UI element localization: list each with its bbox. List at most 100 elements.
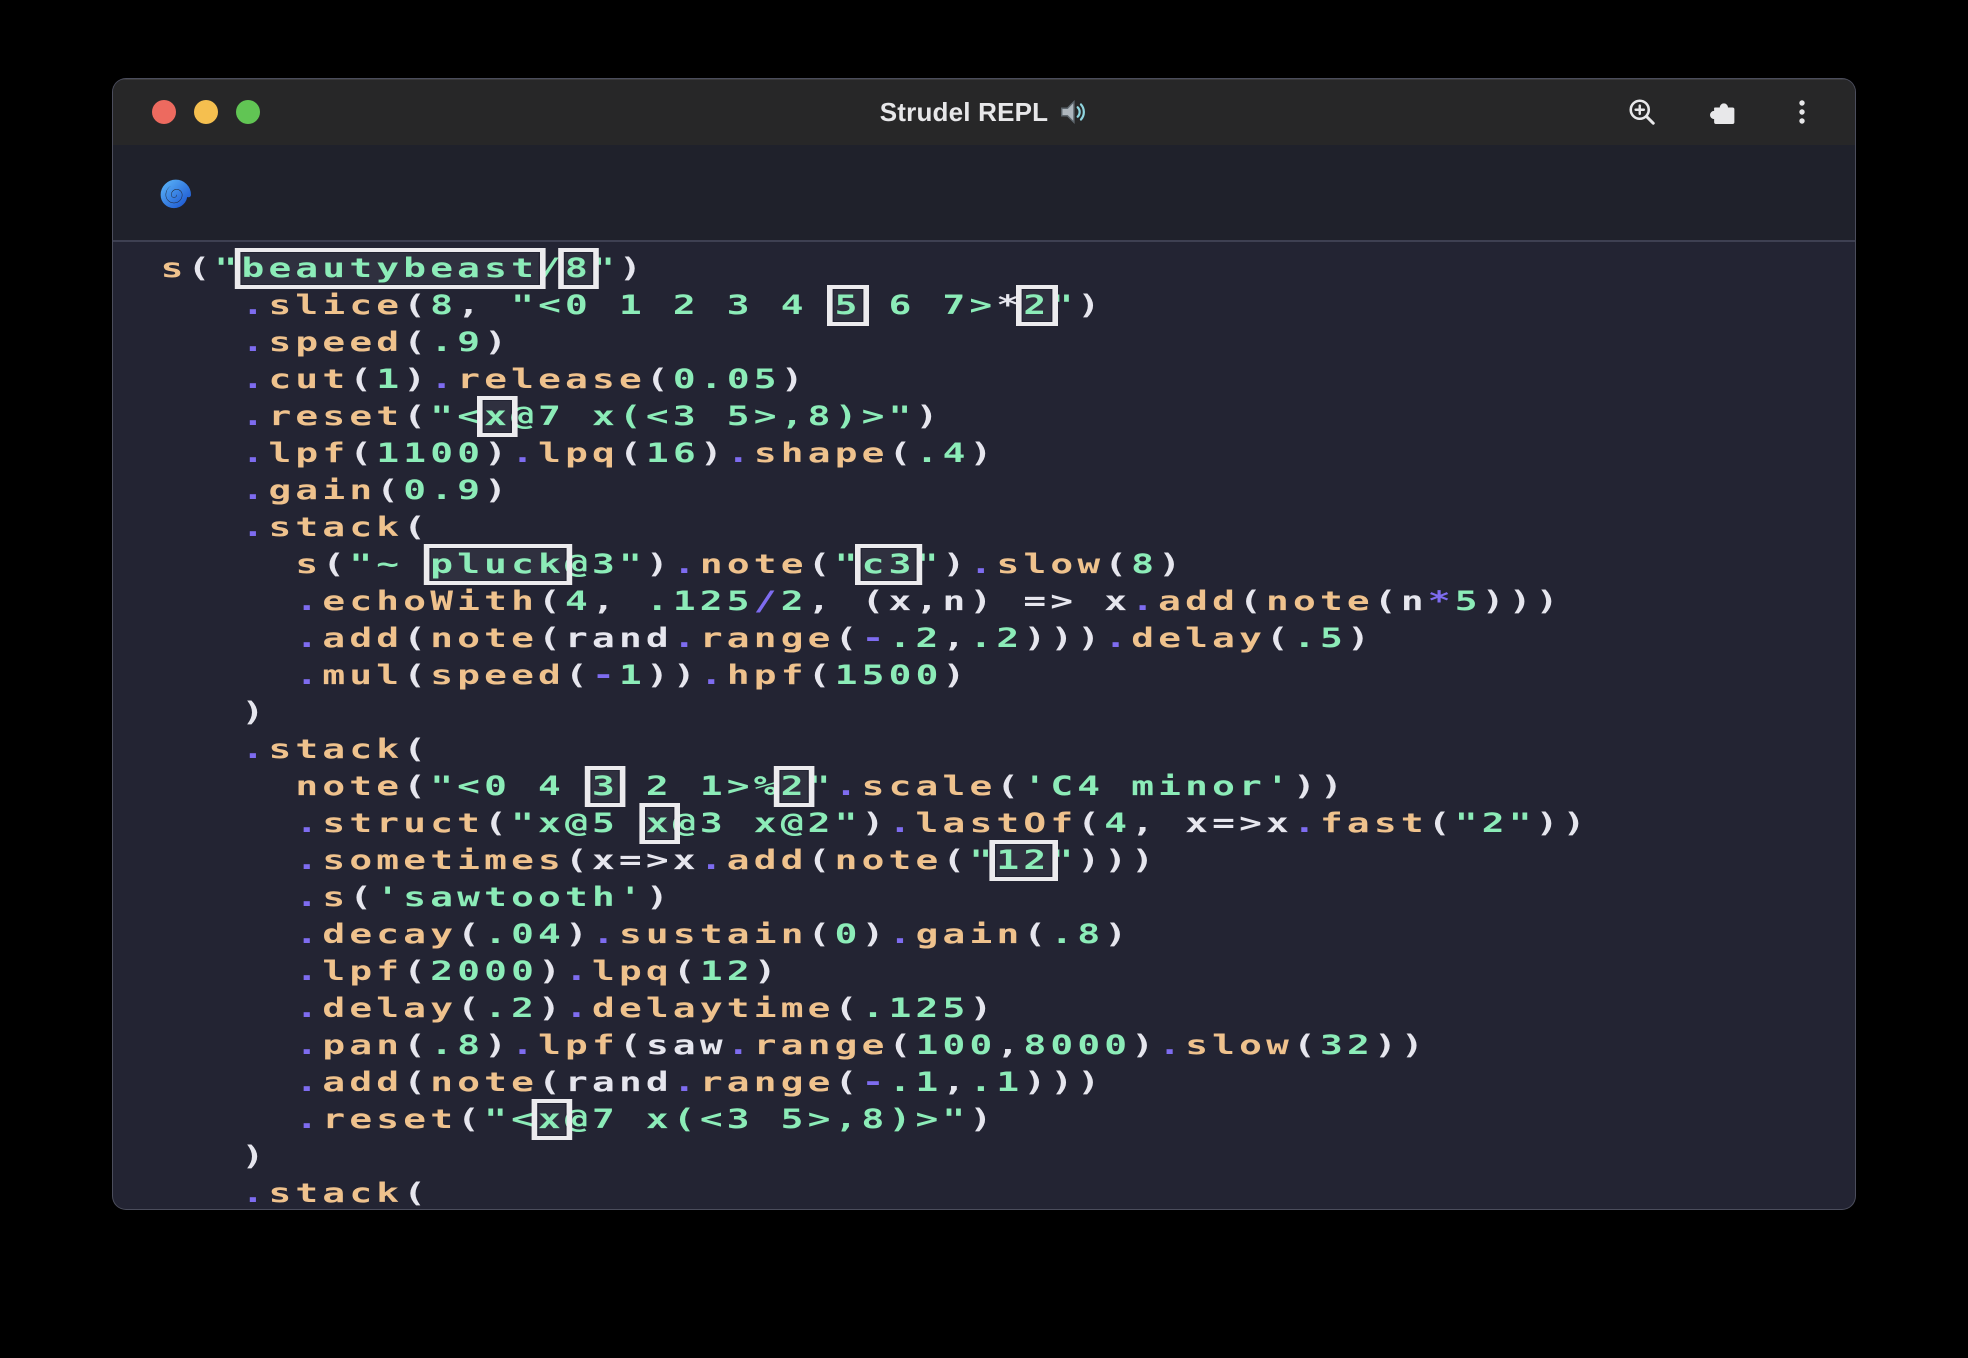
code-token: reset	[322, 1104, 457, 1135]
code-token: hpf	[727, 660, 808, 691]
code-token: .	[295, 845, 322, 876]
code-token: .2	[889, 623, 943, 654]
code-token: (	[942, 845, 969, 876]
window-title-text: Strudel REPL	[880, 97, 1049, 128]
code-token: speed	[430, 660, 565, 691]
code-token: (	[403, 327, 430, 358]
window-title: Strudel REPL	[880, 97, 1089, 128]
code-token: )	[646, 882, 673, 913]
code-token: .	[241, 327, 268, 358]
kebab-menu-icon[interactable]	[1783, 93, 1821, 131]
code-token	[161, 512, 242, 543]
code-token: (	[1428, 808, 1455, 839]
code-token: .04	[484, 919, 565, 950]
active-event-highlight: beautybeast	[242, 253, 539, 284]
code-token	[161, 993, 296, 1024]
code-token: *	[1428, 586, 1455, 617]
code-token: cut	[268, 364, 349, 395]
code-token: slow	[1185, 1030, 1293, 1061]
code-token: 2	[781, 586, 808, 617]
code-token	[161, 364, 242, 395]
code-token: ,	[943, 1067, 970, 1098]
code-token: 'sawtooth'	[376, 882, 646, 913]
code-token	[161, 475, 242, 506]
active-event-highlight: pluck	[430, 549, 565, 580]
minimize-button[interactable]	[194, 100, 218, 124]
code-token: (	[1077, 808, 1104, 839]
code-token: (	[1023, 919, 1050, 950]
code-token: "	[969, 845, 996, 876]
code-token: delay	[1131, 623, 1266, 654]
code-token: slice	[268, 290, 403, 321]
code-token: (	[1239, 586, 1266, 617]
code-token: .4	[916, 438, 970, 469]
zoom-button[interactable]	[236, 100, 260, 124]
code-token: "~	[349, 549, 430, 580]
code-token: .	[889, 808, 916, 839]
code-token	[161, 290, 242, 321]
code-token: "2"	[1455, 808, 1536, 839]
code-token: stack	[268, 1178, 403, 1209]
code-token: (saw	[619, 1030, 727, 1061]
code-token: (	[619, 438, 646, 469]
code-token: delay	[322, 993, 457, 1024]
code-token	[161, 623, 296, 654]
code-token: (	[1293, 1030, 1320, 1061]
code-token: @7 x(<3 5>,8)>"	[511, 401, 915, 432]
code-token: note	[295, 771, 403, 802]
code-token: .	[673, 623, 700, 654]
code-token: .9	[430, 327, 484, 358]
code-token: )	[619, 253, 646, 284]
code-token: )	[943, 549, 970, 580]
code-token: stack	[268, 512, 403, 543]
code-token: range	[754, 1030, 889, 1061]
code-token: mul	[322, 660, 403, 691]
active-event-highlight: 3	[592, 771, 619, 802]
code-token: )	[161, 1141, 269, 1172]
code-token: .	[295, 882, 322, 913]
close-button[interactable]	[152, 100, 176, 124]
code-token: )	[862, 919, 889, 950]
code-token: /	[754, 586, 781, 617]
code-token: struct	[322, 808, 484, 839]
code-token	[161, 1030, 296, 1061]
code-token: .	[565, 956, 592, 987]
code-token: fast	[1320, 808, 1428, 839]
code-token: (	[457, 919, 484, 950]
extensions-puzzle-icon[interactable]	[1703, 93, 1741, 131]
zoom-in-icon[interactable]	[1623, 93, 1661, 131]
code-token: .	[241, 401, 268, 432]
code-token: .2	[484, 993, 538, 1024]
code-token: (	[457, 1104, 484, 1135]
code-line: .delay(.2).delaytime(.125)	[161, 990, 1855, 1027]
code-token: )	[538, 993, 565, 1024]
code-token: 0	[835, 919, 862, 950]
code-editor[interactable]: s("beautybeast/8") .slice(8, "<0 1 2 3 4…	[113, 242, 1855, 1209]
code-token: @3 x@2"	[673, 808, 862, 839]
code-token: range	[700, 623, 835, 654]
active-event-highlight: x	[646, 808, 673, 839]
code-token: .	[295, 586, 322, 617]
code-token: .	[241, 438, 268, 469]
code-token	[161, 845, 296, 876]
code-token: .125	[646, 586, 754, 617]
code-token: (	[808, 845, 835, 876]
code-token: )	[1131, 1030, 1158, 1061]
code-token: (	[484, 808, 511, 839]
code-token: (	[403, 1030, 430, 1061]
active-event-highlight: 2	[781, 771, 808, 802]
code-token: lastOf	[916, 808, 1078, 839]
code-token: stack	[268, 734, 403, 765]
code-token: )))	[1023, 1067, 1104, 1098]
code-token: gain	[268, 475, 376, 506]
code-token	[161, 401, 242, 432]
strudel-spiral-logo[interactable]	[145, 164, 203, 222]
code-token: (	[673, 956, 700, 987]
code-token: (	[322, 549, 349, 580]
code-token: 16	[646, 438, 700, 469]
code-line: .stack(	[161, 1175, 1855, 1209]
code-token: .5	[1293, 623, 1347, 654]
code-token: (	[403, 1067, 430, 1098]
code-token: )	[916, 401, 943, 432]
code-token: )	[781, 364, 808, 395]
